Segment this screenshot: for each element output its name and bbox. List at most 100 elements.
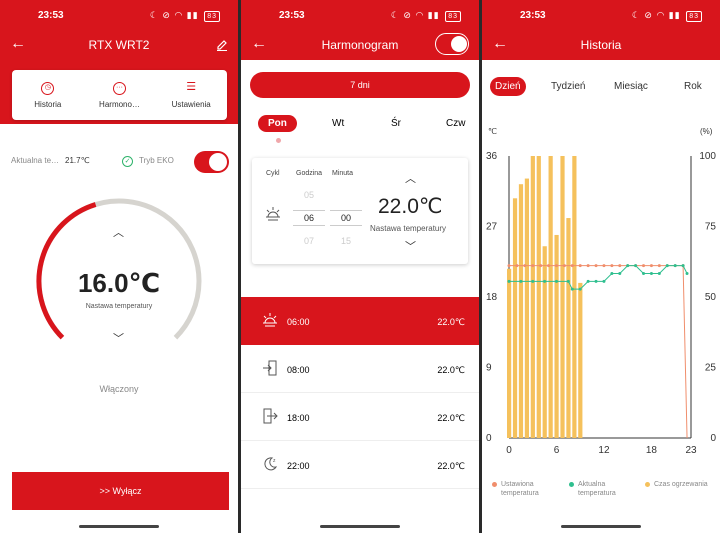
minute-picker[interactable]: 00	[330, 210, 362, 226]
setpoint-point	[610, 264, 614, 268]
setpoint-series-line	[509, 265, 688, 439]
status-icons: ☾ ⊘ ◠ ▮▮ 83	[632, 10, 702, 22]
setpoint-point	[649, 264, 653, 268]
legend-label: Aktualna temperatura	[578, 481, 616, 497]
schedule-temp: 22.0℃	[437, 365, 465, 375]
schedule-temp: 22.0℃	[437, 317, 465, 327]
svg-text:z: z	[273, 458, 276, 464]
schedule-row[interactable]: 06:00 22.0℃	[241, 297, 479, 345]
tab-label: Harmono…	[99, 100, 140, 109]
edit-pencil-icon[interactable]	[216, 39, 228, 51]
tab-settings[interactable]: ☰ Ustawienia	[155, 70, 227, 120]
day-tab-wed[interactable]: Śr	[391, 118, 401, 129]
actual-point	[531, 279, 535, 283]
setpoint-point	[602, 264, 606, 268]
schedule-time: 06:00	[287, 317, 310, 327]
actual-point	[578, 287, 582, 291]
day-tab-mon[interactable]: Pon	[258, 115, 297, 132]
heating-bar	[542, 246, 547, 438]
actual-point	[570, 287, 574, 291]
app-bar: ← RTX WRT2	[0, 30, 238, 60]
range-tab-week[interactable]: Tydzień	[551, 81, 585, 92]
setpoint-point	[554, 264, 558, 268]
sunrise-icon	[263, 313, 277, 327]
day-tab-thu[interactable]: Czw	[446, 118, 465, 129]
chevron-up-icon[interactable]: ︿	[405, 170, 416, 186]
range-tab-year[interactable]: Rok	[684, 81, 702, 92]
status-time: 23:53	[38, 10, 64, 21]
setpoint-point	[523, 264, 527, 268]
battery-icon: 83	[445, 11, 461, 22]
status-bar: 23:53 ☾ ⊘ ◠ ▮▮ 83	[0, 0, 238, 30]
left-tick-label: 0	[486, 433, 492, 444]
schedule-screen: 23:53 ☾ ⊘ ◠ ▮▮ 83 ← Harmonogram 7 dni Po…	[241, 0, 479, 533]
days-mode-button[interactable]: 7 dni	[250, 72, 470, 98]
schedule-toggle[interactable]	[435, 33, 469, 55]
day-tab-tue[interactable]: Wt	[332, 118, 344, 129]
x-tick-label: 0	[506, 445, 512, 456]
sunrise-icon	[266, 207, 280, 221]
hour-picker[interactable]: 06	[293, 210, 325, 226]
door-enter-icon	[263, 360, 277, 376]
device-title: RTX WRT2	[88, 38, 150, 52]
x-tick-label: 18	[646, 445, 658, 456]
setpoint-point	[594, 264, 598, 268]
battery-icon: 83	[686, 11, 702, 22]
setpoint-label: Nastawa temperatury	[85, 303, 153, 310]
legend-swatch	[569, 482, 574, 487]
hour-prev: 05	[303, 190, 314, 200]
actual-point	[618, 272, 622, 275]
schedule-time: 08:00	[287, 365, 310, 375]
heating-bar	[524, 178, 530, 438]
eko-toggle[interactable]	[194, 151, 229, 173]
legend-heating: Czas ogrzewania	[645, 480, 719, 489]
chevron-up-icon[interactable]: ︿	[113, 224, 124, 240]
actual-point	[681, 264, 685, 268]
schedule-editor: Cykl Godzina Minuta 05 06 07 00 15 ︿ 22.…	[252, 158, 468, 264]
setpoint-point	[562, 264, 566, 268]
actual-point	[543, 279, 547, 283]
heating-bar	[548, 156, 553, 438]
app-bar: ← Harmonogram	[241, 30, 479, 60]
right-tick-label: 0	[710, 433, 716, 444]
app-bar: ← Historia	[482, 30, 720, 60]
actual-point	[673, 264, 677, 268]
right-axis-unit: (%)	[700, 127, 713, 136]
actual-point	[649, 272, 653, 275]
schedule-row[interactable]: z 22:00 22.0℃	[241, 441, 479, 489]
door-exit-icon	[263, 408, 278, 424]
setpoint-point	[570, 264, 574, 268]
day-indicator-dot	[276, 138, 281, 143]
actual-point	[626, 264, 630, 268]
left-tick-label: 18	[486, 292, 498, 303]
right-tick-label: 75	[705, 222, 717, 233]
setpoint-point	[586, 264, 590, 268]
schedule-row[interactable]: 08:00 22.0℃	[241, 345, 479, 393]
heating-bar	[518, 184, 524, 438]
actual-point	[566, 279, 570, 283]
tab-schedule[interactable]: ··· Harmono…	[84, 70, 156, 120]
schedule-time: 18:00	[287, 413, 310, 423]
status-bar: 23:53 ☾ ⊘ ◠ ▮▮ 83	[482, 0, 720, 30]
chevron-down-icon[interactable]: ﹀	[405, 238, 416, 254]
x-tick-label: 12	[598, 445, 610, 456]
heating-bar	[507, 268, 512, 438]
hour-next: 07	[303, 236, 314, 246]
status-time: 23:53	[279, 10, 305, 21]
heating-bar	[530, 156, 535, 438]
schedule-temp: 22.0℃	[437, 461, 465, 471]
actual-point	[602, 279, 606, 283]
chevron-down-icon[interactable]: ﹀	[113, 330, 124, 346]
schedule-row[interactable]: 18:00 22.0℃	[241, 393, 479, 441]
setpoint-point	[642, 264, 646, 268]
legend-setpoint: Ustawiona temperatura	[492, 480, 556, 498]
range-tab-month[interactable]: Miesiąc	[614, 81, 648, 92]
eko-label: Tryb EKO	[139, 156, 174, 165]
turn-off-button[interactable]: >> Wyłącz	[12, 472, 229, 510]
range-tab-day[interactable]: Dzień	[490, 77, 526, 96]
actual-point	[657, 272, 661, 275]
range-tabs: Dzień Tydzień Miesiąc Rok	[482, 70, 720, 104]
schedule-temp: 22.0℃	[437, 413, 465, 423]
tab-history[interactable]: ◷ Historia	[12, 70, 84, 120]
x-tick-label: 23	[685, 445, 697, 456]
